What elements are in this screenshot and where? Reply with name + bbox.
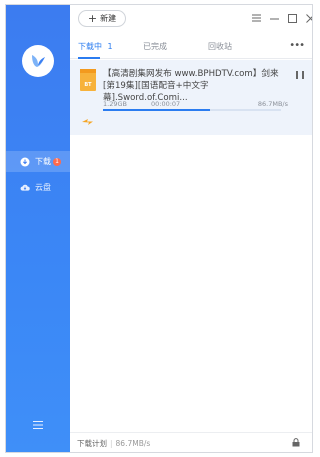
sidebar-item-download[interactable]: 下载 1 [6, 151, 70, 172]
download-plan-label: 下载计划 [77, 439, 107, 448]
download-icon [20, 157, 30, 167]
app-window: 下载 1 云盘 + 新建 下载中 1 已完成 回收站 ••• BT 【高清剧集网… [5, 4, 313, 453]
active-tab-indicator [78, 57, 100, 59]
new-task-button[interactable]: + 新建 [78, 10, 126, 27]
download-task-row[interactable]: BT 【高清剧集网发布 www.BPHDTV.com】剑来[第19集][国语配音… [70, 60, 312, 135]
bird-logo-icon[interactable] [22, 45, 54, 77]
task-tabs: 下载中 1 已完成 回收站 ••• [70, 35, 312, 59]
cloud-icon [20, 183, 30, 193]
sidebar-item-label: 下载 [35, 157, 51, 166]
sidebar-item-label: 云盘 [35, 183, 51, 192]
progress-fill [103, 109, 210, 111]
hamburger-menu-icon[interactable] [32, 420, 44, 430]
new-task-label: 新建 [100, 14, 117, 23]
tab-count: 1 [107, 42, 113, 51]
progress-bar [103, 109, 281, 111]
speed-boost-icon[interactable] [82, 118, 94, 126]
menu-icon[interactable] [250, 12, 262, 24]
tab-downloading[interactable]: 下载中 1 [78, 41, 113, 52]
task-size: 1.29GB [103, 100, 127, 108]
sidebar: 下载 1 云盘 [6, 5, 70, 452]
file-type-label: BT [84, 82, 92, 88]
sidebar-item-cloud[interactable]: 云盘 [6, 177, 70, 198]
status-bar: 下载计划 | 86.7MB/s [70, 432, 312, 452]
tab-recycle-bin[interactable]: 回收站 [208, 41, 232, 52]
close-icon[interactable] [304, 12, 312, 24]
task-time: 00:00:07 [151, 100, 181, 108]
task-speed: 86.7MB/s [257, 100, 288, 108]
plus-icon: + [87, 12, 98, 25]
bt-file-icon: BT [80, 69, 96, 91]
more-options-icon[interactable]: ••• [289, 40, 305, 51]
main-panel: + 新建 下载中 1 已完成 回收站 ••• BT 【高清剧集网发布 www.B… [70, 5, 312, 452]
minimize-icon[interactable] [268, 12, 280, 24]
maximize-icon[interactable] [286, 12, 298, 24]
total-speed: 86.7MB/s [115, 439, 151, 448]
lock-icon[interactable] [292, 438, 300, 447]
tab-completed[interactable]: 已完成 [143, 41, 167, 52]
download-count-badge: 1 [53, 157, 61, 166]
task-title: 【高清剧集网发布 www.BPHDTV.com】剑来[第19集][国语配音+中文… [103, 69, 279, 103]
pause-button[interactable] [296, 71, 304, 79]
toolbar: + 新建 [70, 5, 312, 33]
download-plan-link[interactable]: 下载计划 | 86.7MB/s [77, 438, 150, 449]
